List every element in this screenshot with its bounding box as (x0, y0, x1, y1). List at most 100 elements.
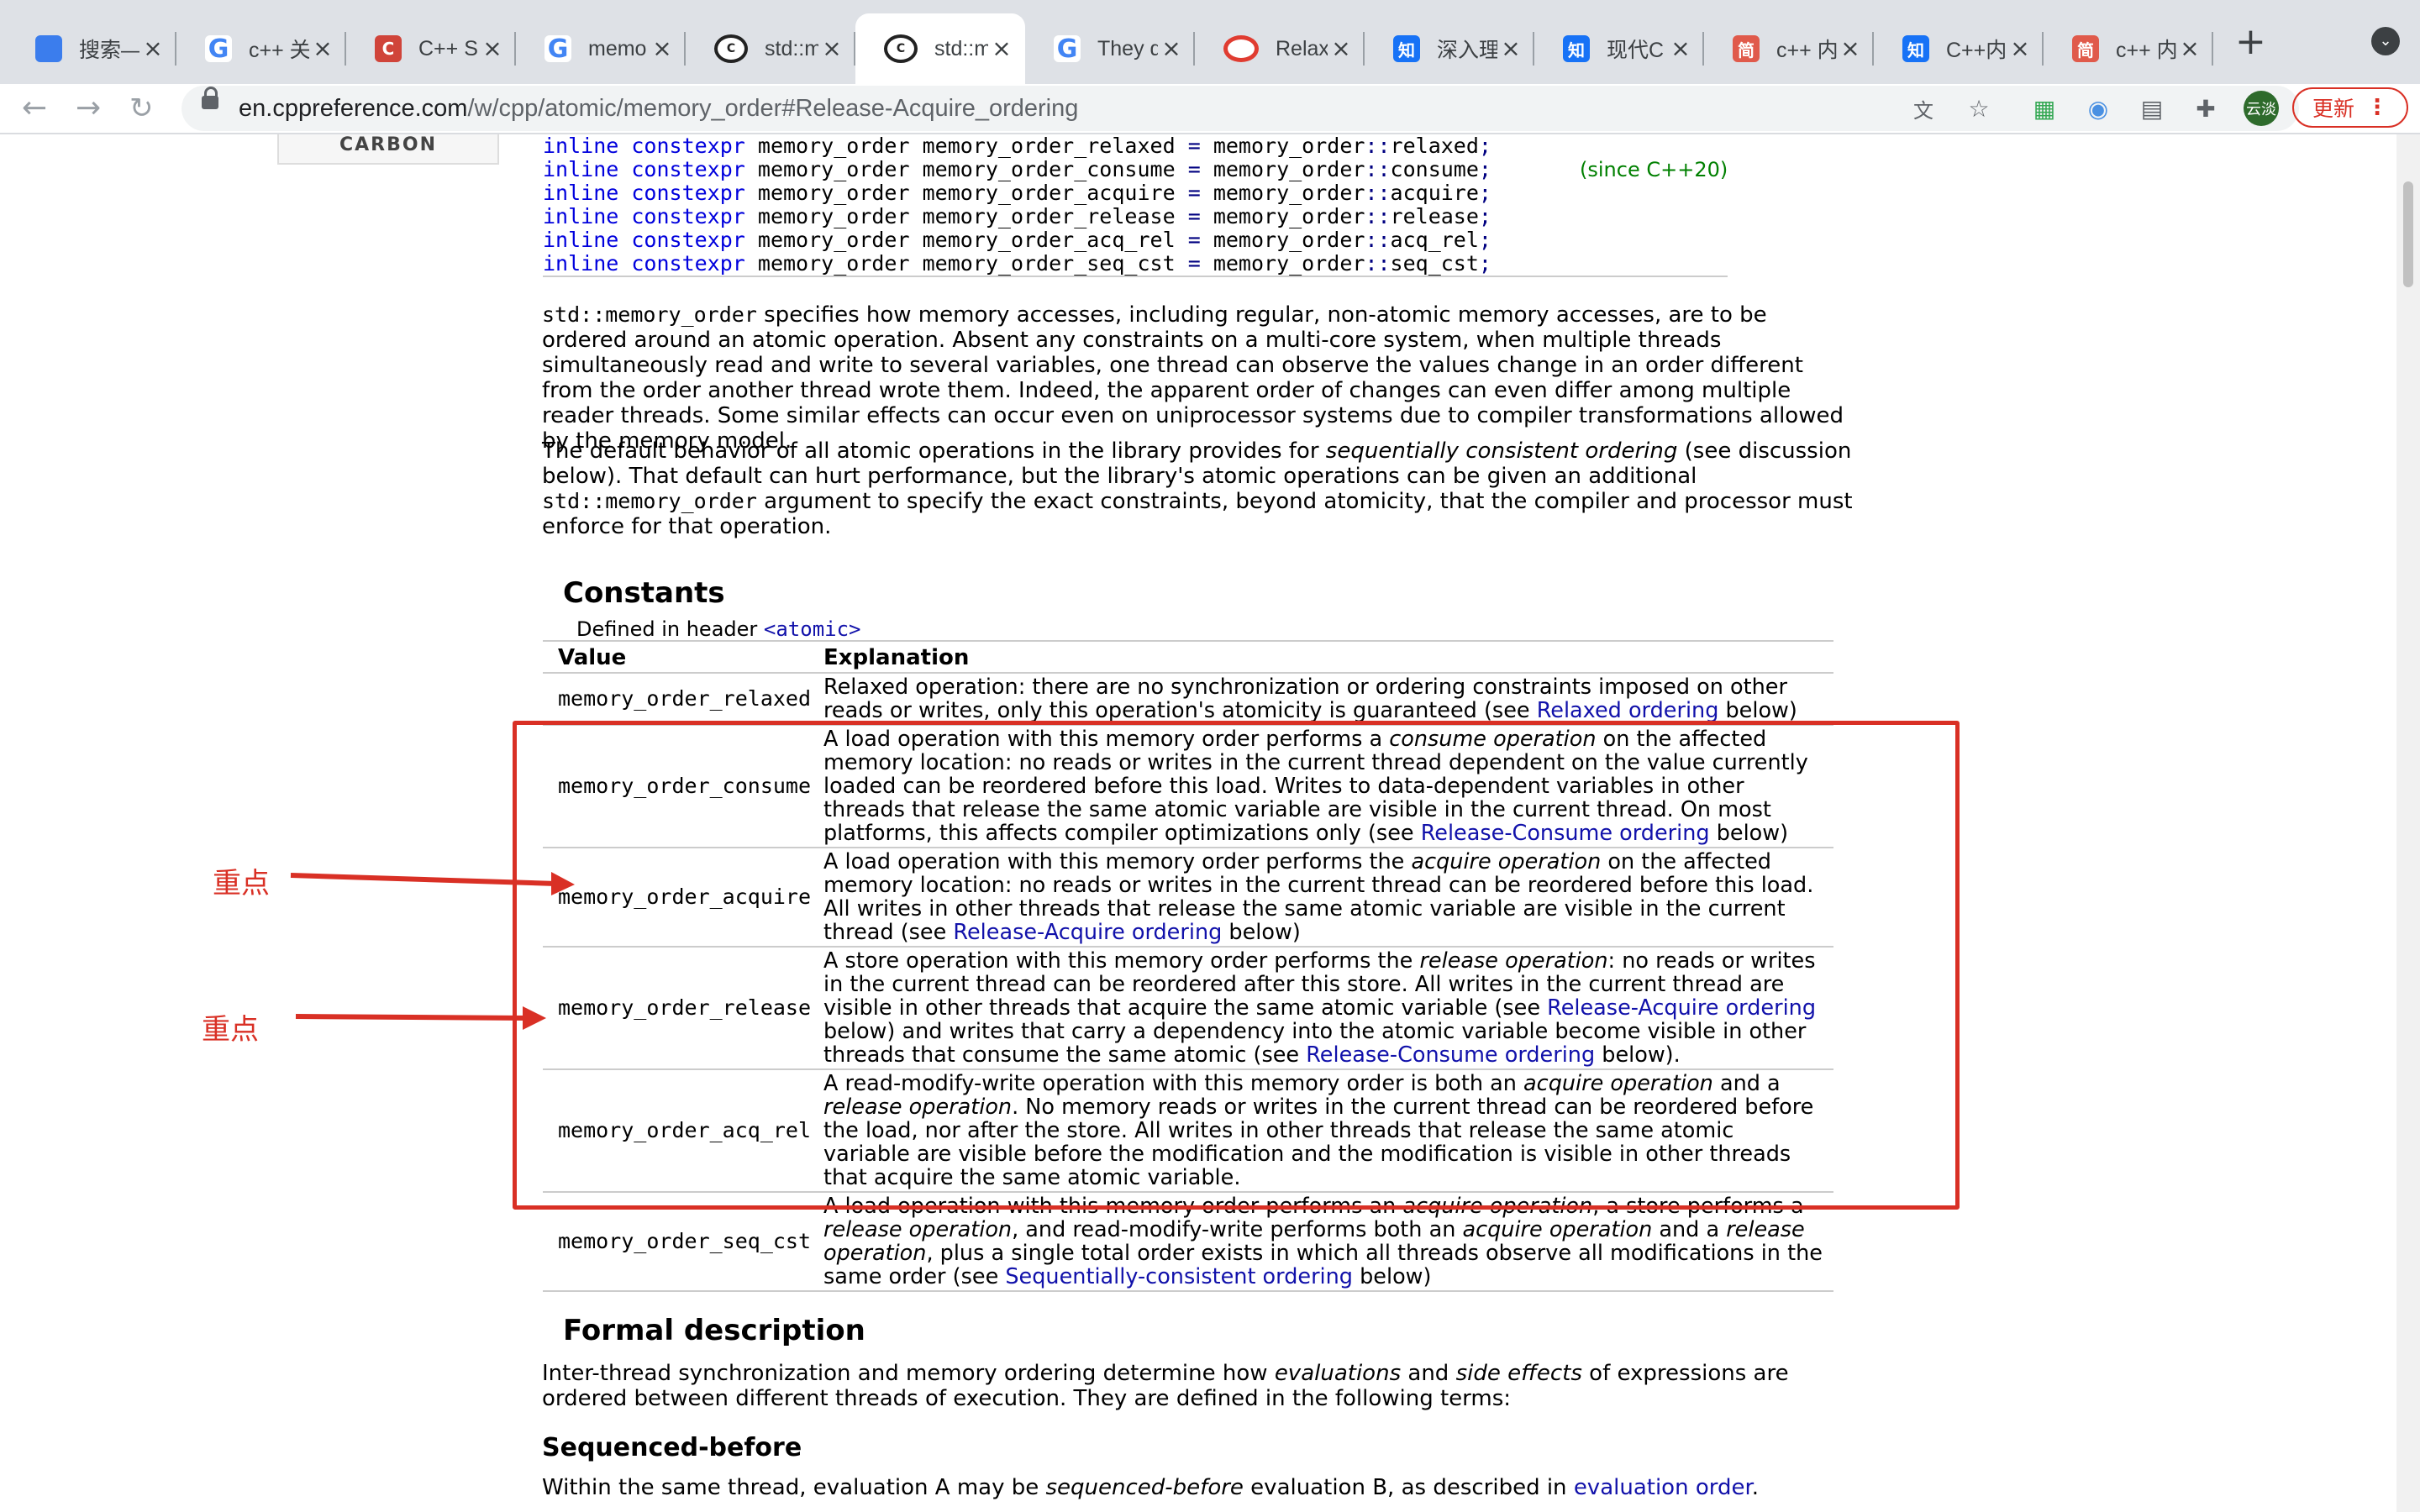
decl-end: ; (1478, 157, 1491, 181)
decl-type: memory_order (757, 181, 910, 205)
decl-name: memory_order_acq_rel (922, 228, 1176, 252)
scrollbar-thumb[interactable] (2403, 181, 2413, 287)
close-tab-icon[interactable]: × (1158, 35, 1185, 62)
browser-tab[interactable]: 简 c++ 内 × (2044, 13, 2213, 84)
decl-scope: memory_order (1213, 134, 1365, 158)
c-red-icon: C (375, 35, 402, 62)
table-row: memory_order_relaxed Relaxed operation: t… (543, 673, 1833, 726)
browser-tab[interactable]: Gmemo × (516, 13, 686, 84)
decl-member: acquire (1390, 181, 1479, 205)
decl-scope-op: :: (1365, 204, 1391, 228)
lock-icon[interactable] (202, 87, 218, 109)
browser-tab[interactable]: 知现代C × (1534, 13, 1704, 84)
url-path: /w/cpp/atomic/memory_order#Release-Acqui… (467, 95, 1079, 122)
evaluation-order-link[interactable]: evaluation order (1574, 1475, 1752, 1500)
decl-scope-op: :: (1365, 157, 1391, 181)
defined-in-header: Defined in header <atomic> (576, 617, 860, 641)
page-content: CARBON inline constexpr memory_order mem… (0, 134, 2420, 1512)
forward-arrow-icon[interactable]: → (76, 87, 101, 129)
page-scrollbar[interactable] (2396, 134, 2420, 1512)
tab-title: C++ S (418, 36, 478, 60)
atomic-header-link[interactable]: <atomic> (764, 617, 861, 641)
decl-name: memory_order_relaxed (922, 134, 1176, 158)
tab-search-chevron-icon[interactable]: ⌄ (2371, 27, 2400, 55)
close-tab-icon[interactable]: × (1497, 35, 1524, 62)
constants-heading: Constants (563, 576, 725, 610)
translate-icon[interactable]: 文 (1907, 92, 1939, 124)
document-extension-icon[interactable]: ▤ (2136, 92, 2168, 124)
value-column-header: Value (543, 640, 823, 674)
explanation-text: , and read-modify-write performs both an (1012, 1217, 1463, 1242)
back-arrow-icon[interactable]: ← (22, 87, 47, 129)
decl-keyword: inline (543, 204, 619, 228)
decl-member: seq_cst (1390, 251, 1479, 276)
browser-tab[interactable]: G They d × (1025, 13, 1195, 84)
tab-title: 现代C (1607, 39, 1665, 62)
close-tab-icon[interactable]: × (139, 35, 166, 62)
ordering-link[interactable]: Relaxed ordering (1537, 698, 1719, 723)
formal-description-heading: Formal description (563, 1314, 865, 1347)
decl-keyword: inline (543, 157, 619, 181)
close-tab-icon[interactable]: × (1328, 35, 1355, 62)
update-button[interactable]: 更新 ⋮ (2292, 87, 2408, 128)
ordering-link[interactable]: Sequentially-consistent ordering (1005, 1264, 1353, 1289)
browser-tab[interactable]: Cstd::m × (686, 13, 855, 84)
close-tab-icon[interactable]: × (1667, 35, 1694, 62)
close-tab-icon[interactable]: × (1837, 35, 1864, 62)
intro2-code: std::memory_order (542, 489, 757, 513)
more-vert-icon: ⋮ (2366, 95, 2389, 120)
new-tab-button[interactable]: + (2235, 24, 2266, 60)
explanation-column-header: Explanation (823, 640, 1833, 674)
bookmark-star-icon[interactable]: ☆ (1963, 92, 1995, 124)
reload-icon[interactable]: ↻ (129, 87, 154, 129)
close-tab-icon[interactable]: × (309, 35, 336, 62)
arrow-to-release (295, 1006, 546, 1030)
close-tab-icon[interactable]: × (818, 35, 845, 62)
explanation-text: and a (1652, 1217, 1727, 1242)
browser-tab[interactable]: Cstd::m × (855, 13, 1025, 84)
formal-paragraph: Inter-thread synchronization and memory … (542, 1361, 1853, 1411)
url-text[interactable]: en.cppreference.com/w/cpp/atomic/memory_… (239, 87, 1078, 129)
intro2-emphasis: sequentially consistent ordering (1325, 438, 1678, 464)
tab-title: C++内 (1946, 39, 2007, 62)
browser-tab[interactable]: Relaxe× (1195, 13, 1365, 84)
google-icon: G (205, 34, 232, 64)
qr-extension-icon[interactable]: ▦ (2028, 92, 2060, 124)
declaration-line: inline constexpr memory_order memory_ord… (543, 134, 1728, 158)
compass-extension-icon[interactable]: ◉ (2082, 92, 2114, 124)
since-cpp20-label: (since C++20) (1580, 158, 1728, 181)
close-tab-icon[interactable]: × (2176, 35, 2203, 62)
tab-title: 深入理 (1437, 39, 1497, 62)
decl-equals: = (1187, 134, 1201, 158)
decl-member: consume (1390, 157, 1479, 181)
decl-keyword: constexpr (631, 251, 745, 276)
decl-equals: = (1187, 228, 1201, 252)
tab-title: c++ 关 (249, 39, 309, 62)
close-tab-icon[interactable]: × (479, 35, 506, 62)
decl-keyword: constexpr (631, 228, 745, 252)
zhihu-icon: 知 (1902, 35, 1929, 62)
tab-title: std::m (765, 36, 818, 60)
browser-tab[interactable]: C C++ S × (346, 13, 516, 84)
browser-tab[interactable]: 搜索— × (7, 13, 176, 84)
profile-avatar[interactable]: 云淡 (2244, 91, 2279, 126)
close-tab-icon[interactable]: × (649, 35, 676, 62)
table-header-row: Value Explanation (543, 640, 1833, 674)
decl-type: memory_order (757, 251, 910, 276)
intro-paragraph-2: The default behavior of all atomic opera… (542, 438, 1853, 539)
extensions-puzzle-icon[interactable]: ✚ (2190, 92, 2222, 124)
decl-name: memory_order_seq_cst (922, 251, 1176, 276)
browser-tab[interactable]: 知 C++内 × (1874, 13, 2044, 84)
browser-tab[interactable]: 知深入理 × (1365, 13, 1534, 84)
tab-title: std::m (934, 36, 988, 60)
carbon-ad[interactable]: CARBON (277, 134, 499, 165)
browser-tab[interactable]: 简 c++ 内 × (1704, 13, 1874, 84)
close-tab-icon[interactable]: × (988, 35, 1015, 62)
explanation-text: below) (1353, 1264, 1432, 1289)
decl-scope: memory_order (1213, 157, 1365, 181)
decl-keyword: inline (543, 228, 619, 252)
note-label-1: 重点 (213, 867, 270, 900)
browser-tab[interactable]: Gc++ 关 × (176, 13, 346, 84)
close-tab-icon[interactable]: × (2007, 35, 2033, 62)
formal-emphasis-1: evaluations (1274, 1361, 1402, 1386)
